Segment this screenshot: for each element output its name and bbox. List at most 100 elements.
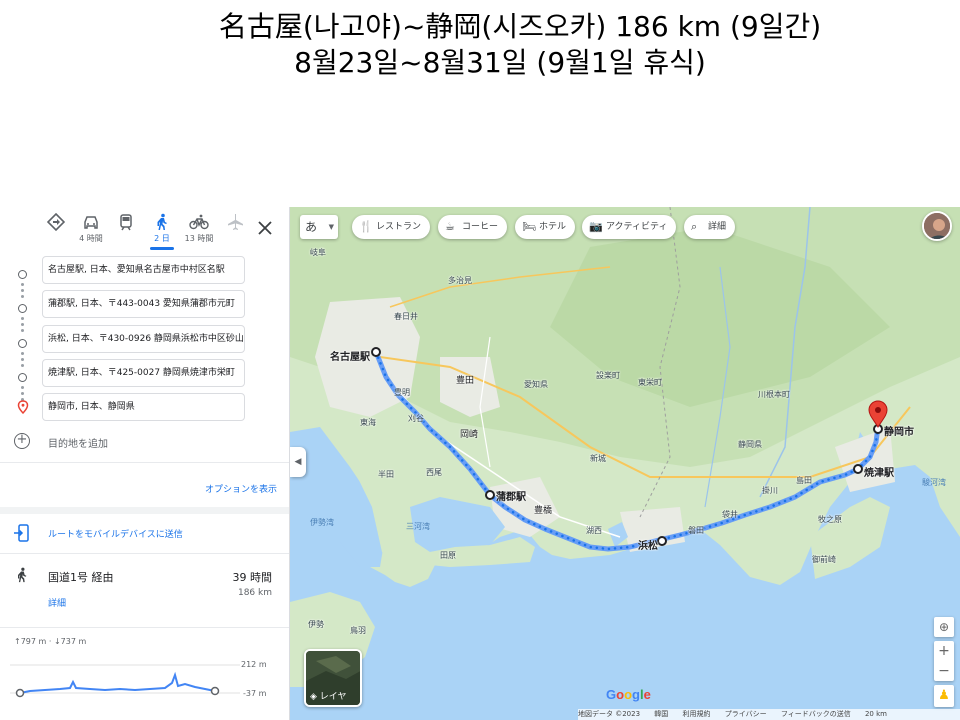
directions-panel: 4 時間 2 日 13 時間 名古屋駅, 日本、愛知県名古屋市中村区名駅 蒲郡駅…: [0, 207, 290, 720]
route-distance: 186 km: [237, 588, 272, 598]
chevron-left-icon: ◀: [294, 457, 302, 467]
divider: [0, 507, 289, 514]
footer-privacy[interactable]: プライバシー: [725, 710, 767, 718]
elevation-start-icon: [15, 688, 25, 698]
footer-terms[interactable]: 利用規約: [683, 710, 711, 718]
zoom-in-button[interactable]: +: [934, 641, 954, 661]
map-label-nishio: 西尾: [426, 468, 442, 477]
map-label-toei: 東栄町: [638, 378, 662, 387]
chip-hotels[interactable]: 🛏 ホテル: [515, 215, 576, 239]
map-canvas[interactable]: 名古屋駅 蒲郡駅 浜松 焼津駅 静岡市 豊田 愛知県 静岡県 岡崎 豊橋 春日井…: [290, 207, 960, 720]
waypoint-circle-icon: [18, 373, 27, 382]
route-option[interactable]: 国道1号 経由 39 時間 186 km 詳細: [0, 562, 289, 622]
map-label-tajimi: 多治見: [448, 276, 472, 285]
waypoint-circle-icon: [18, 339, 27, 348]
map-label-mikawa-bay: 三河湾: [406, 522, 430, 531]
my-location-button[interactable]: ⊕: [934, 617, 954, 637]
active-mode-underline: [150, 247, 174, 250]
route-via: 国道1号 経由: [48, 571, 114, 584]
walking-icon: [18, 567, 27, 583]
walking-icon: [157, 213, 167, 230]
camera-icon: 📷: [589, 220, 603, 233]
elevation-min-label: -37 m: [243, 689, 267, 698]
map-label-okazaki: 岡崎: [460, 430, 479, 440]
map-label-kawanehoncho: 川根本町: [758, 390, 790, 399]
chip-restaurants[interactable]: 🍴 レストラン: [352, 215, 431, 239]
connector-dots: [21, 283, 24, 301]
account-avatar[interactable]: [922, 211, 952, 241]
bicycle-icon: [189, 214, 209, 230]
chip-activities[interactable]: 📷 アクティビティ: [582, 215, 677, 239]
map-label-fukuroi: 袋井: [722, 510, 738, 519]
map-label-shinshiro: 新城: [590, 454, 606, 463]
add-icon: +: [14, 433, 30, 449]
elevation-profile-line: [19, 671, 216, 694]
map-label-shizuoka-pref: 静岡県: [738, 440, 762, 449]
send-to-phone-icon: [14, 524, 29, 542]
mode-flight[interactable]: [213, 211, 257, 251]
stop-input-4[interactable]: 焼津駅, 日本、〒425-0027 静岡県焼津市栄町: [42, 359, 245, 387]
map-label-ise: 伊勢: [308, 620, 324, 629]
map-label-kariya: 刈谷: [408, 414, 424, 423]
map-label-hamamatsu: 浜松: [638, 541, 658, 552]
footer-region[interactable]: 韓国: [654, 710, 668, 718]
elevation-stats: ↑797 m · ↓737 m: [14, 637, 87, 646]
divider: [0, 553, 289, 554]
zoom-out-button[interactable]: −: [934, 661, 954, 681]
route-details-link[interactable]: 詳細: [48, 596, 66, 609]
footer-feedback[interactable]: フィードバックの送信: [781, 710, 851, 718]
waypoint-circle-icon: [18, 270, 27, 279]
layers-button[interactable]: ◈ レイヤ: [304, 649, 362, 707]
connector-dots: [21, 352, 24, 370]
pegman-icon: ♟: [938, 688, 950, 703]
stop-input-5[interactable]: 静岡市, 日本、静岡県: [42, 393, 245, 421]
target-icon: ⊕: [938, 620, 950, 634]
stop-input-3[interactable]: 浜松, 日本、〒430-0926 静岡県浜松市中区砂山町: [42, 325, 245, 353]
chip-more[interactable]: ⌕ 詳細: [684, 215, 736, 239]
street-view-pegman[interactable]: ♟: [934, 685, 954, 707]
scale-label[interactable]: 20 km: [865, 710, 887, 718]
waypoint-yaizu: [853, 464, 863, 474]
map-label-gifu: 岐阜: [310, 248, 326, 257]
map-label-aichi: 愛知県: [524, 380, 548, 389]
show-options-link[interactable]: オプションを表示: [205, 482, 277, 495]
close-icon[interactable]: [254, 217, 276, 239]
google-logo: Google: [606, 687, 651, 702]
collapse-panel-button[interactable]: ◀: [290, 447, 306, 477]
map-label-toyohashi: 豊橋: [534, 506, 553, 516]
waypoint-circle-icon: [18, 304, 27, 313]
layers-icon: ◈: [310, 692, 320, 702]
divider: [0, 462, 289, 463]
map-label-shimada: 島田: [796, 476, 812, 485]
coffee-cup-icon: ☕: [445, 220, 455, 233]
map-label-shizuoka-city: 静岡市: [884, 427, 914, 438]
send-to-device-link[interactable]: ルートをモバイルデバイスに送信: [14, 524, 284, 542]
chip-coffee[interactable]: ☕ コーヒー: [438, 215, 508, 239]
map-footer: 地図データ ©2023 韓国 利用規約 プライバシー フィードバックの送信 20…: [578, 709, 960, 720]
map-label-tokai: 東海: [360, 418, 376, 427]
elevation-chart: [10, 664, 240, 698]
map-label-gamagori-station: 蒲郡駅: [496, 492, 526, 503]
car-icon: [84, 216, 98, 229]
input-method-toggle[interactable]: あ ▼: [300, 215, 338, 239]
map-label-nagoya-station: 名古屋駅: [330, 352, 370, 363]
divider: [0, 627, 289, 628]
map-label-kosai: 湖西: [586, 526, 602, 535]
waypoint-hamamatsu: [657, 536, 667, 546]
search-icon: ⌕: [691, 220, 698, 233]
zoom-controls: + −: [934, 641, 954, 681]
map-label-ise-bay: 伊勢湾: [310, 518, 334, 527]
map-label-yaizu-station: 焼津駅: [864, 468, 894, 479]
waypoint-nagoya: [371, 347, 381, 357]
stop-input-2[interactable]: 蒲郡駅, 日本、〒443-0043 愛知県蒲郡市元町: [42, 290, 245, 318]
map-label-kakegawa: 掛川: [762, 486, 778, 495]
route-duration: 39 時間: [232, 571, 273, 584]
title-line-1: 名古屋(나고야)~静岡(시즈오카) 186 km (9일간): [218, 10, 822, 43]
train-icon: [120, 214, 132, 231]
stop-input-1[interactable]: 名古屋駅, 日本、愛知県名古屋市中村区名駅: [42, 256, 245, 284]
map-label-suruga-bay: 駿河湾: [922, 478, 946, 487]
map-label-toba: 鳥羽: [350, 626, 366, 635]
fork-knife-icon: 🍴: [359, 220, 373, 233]
map-data-credit: 地図データ ©2023: [578, 710, 641, 718]
map-terrain: [290, 207, 960, 720]
